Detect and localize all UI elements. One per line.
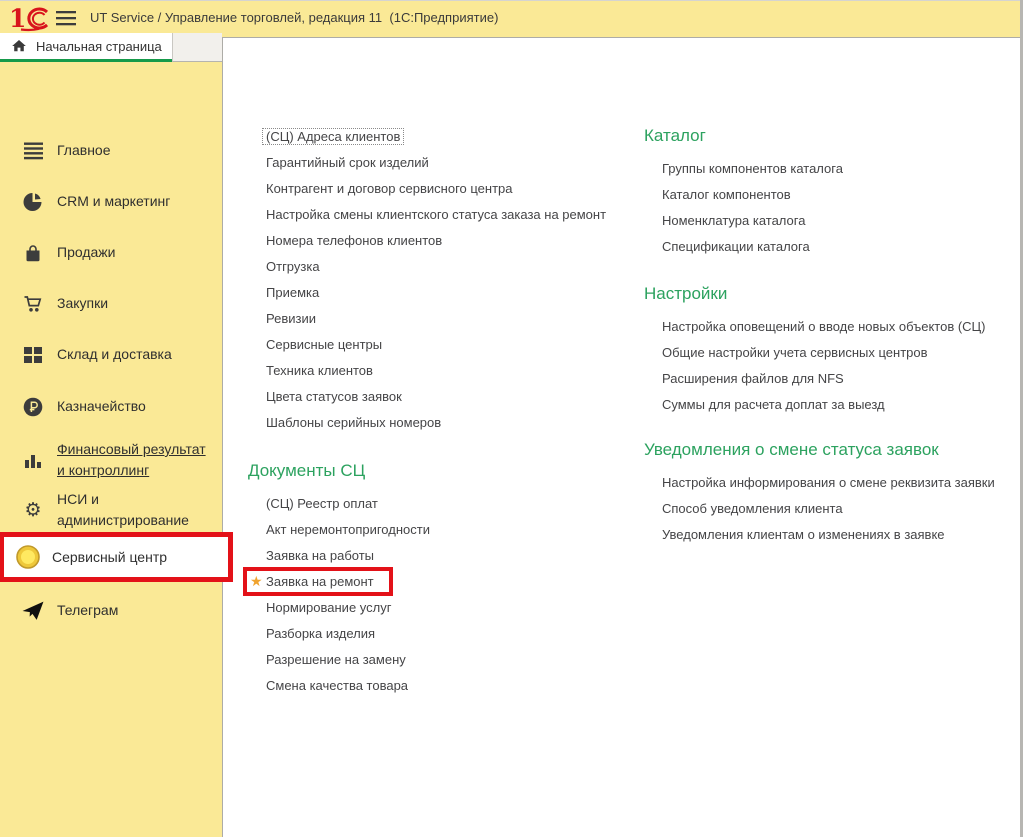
tab-strip-empty-area — [172, 33, 222, 62]
nav-link[interactable]: Акт неремонтопригодности — [248, 517, 648, 543]
sidebar-item-label: Финансовый результат и контроллинг — [57, 439, 215, 481]
sidebar-item-label: Склад и доставка — [57, 344, 215, 365]
nav-link[interactable]: Каталог компонентов — [644, 182, 1022, 208]
sidebar-item-prodazhi[interactable]: Продажи — [0, 242, 222, 263]
nav-link-label: Заявка на ремонт — [266, 574, 374, 589]
nav-link[interactable]: Ревизии — [248, 306, 648, 332]
start-page-panel: (СЦ) Адреса клиентов Гарантийный срок из… — [222, 37, 1023, 837]
tab-strip: Начальная страница — [0, 33, 222, 62]
section-links: Группы компонентов каталога Каталог комп… — [644, 156, 1022, 260]
nav-link[interactable]: Номера телефонов клиентов — [248, 228, 648, 254]
nav-link[interactable]: Настройка информирования о смене реквизи… — [644, 470, 1022, 496]
nav-link[interactable]: Цвета статусов заявок — [248, 384, 648, 410]
nav-link[interactable]: Контрагент и договор сервисного центра — [248, 176, 648, 202]
sidebar-item-label: Сервисный центр — [52, 547, 210, 568]
nav-link[interactable]: Техника клиентов — [248, 358, 648, 384]
nav-link[interactable]: Суммы для расчета доплат за выезд — [644, 392, 1022, 418]
pie-chart-icon — [20, 192, 46, 212]
content-right-column: Каталог Группы компонентов каталога Ката… — [644, 124, 1022, 548]
sidebar-item-nsi-administrirovanie[interactable]: ⚙ НСИ и администрирование — [0, 489, 222, 531]
section-header-katalog: Каталог — [644, 124, 1022, 148]
tab-home-page[interactable]: Начальная страница — [0, 33, 172, 62]
title-bar: 1 UT Service / Управление торговлей, ред… — [0, 0, 1023, 33]
content-left-column: (СЦ) Адреса клиентов Гарантийный срок из… — [248, 124, 648, 699]
nav-link[interactable]: Настройка смены клиентского статуса зака… — [248, 202, 648, 228]
nav-link[interactable]: Смена качества товара — [248, 673, 648, 699]
favorite-star-icon: ★ — [250, 569, 263, 595]
nav-link[interactable]: Отгрузка — [248, 254, 648, 280]
nav-link[interactable]: (СЦ) Адреса клиентов — [248, 124, 648, 150]
nav-link[interactable]: Общие настройки учета сервисных центров — [644, 340, 1022, 366]
nav-link[interactable]: Шаблоны серийных номеров — [248, 410, 648, 436]
sidebar-item-finrezultat[interactable]: Финансовый результат и контроллинг — [0, 439, 222, 481]
section-links: (СЦ) Реестр оплат Акт неремонтопригоднос… — [248, 491, 648, 699]
nav-link[interactable]: Нормирование услуг — [248, 595, 648, 621]
nav-link-zayavka-na-remont[interactable]: ★ Заявка на ремонт — [248, 569, 648, 595]
yellow-circle-icon — [15, 544, 41, 570]
nav-link[interactable]: Группы компонентов каталога — [644, 156, 1022, 182]
nav-link[interactable]: Номенклатура каталога — [644, 208, 1022, 234]
sidebar-item-label: НСИ и администрирование — [57, 489, 215, 531]
sidebar-item-crm[interactable]: CRM и маркетинг — [0, 191, 222, 212]
svg-text:1: 1 — [9, 4, 26, 32]
nav-link[interactable]: Сервисные центры — [248, 332, 648, 358]
nav-link[interactable]: Разрешение на замену — [248, 647, 648, 673]
sidebar-item-label: CRM и маркетинг — [57, 191, 215, 212]
cart-icon — [20, 294, 46, 314]
tab-label: Начальная страница — [36, 39, 162, 54]
sidebar-item-kaznacheystvo[interactable]: Казначейство — [0, 396, 222, 417]
focused-nav-link[interactable]: (СЦ) Адреса клиентов — [262, 128, 404, 145]
nav-link[interactable]: Заявка на работы — [248, 543, 648, 569]
main-menu-burger-icon[interactable] — [56, 8, 76, 28]
nav-link[interactable]: Разборка изделия — [248, 621, 648, 647]
sidebar-item-label: Казначейство — [57, 396, 215, 417]
section-header-uvedomleniya: Уведомления о смене статуса заявок — [644, 438, 1022, 462]
nav-link[interactable]: Способ уведомления клиента — [644, 496, 1022, 522]
1c-logo-icon: 1 — [8, 4, 54, 32]
nav-link[interactable]: Уведомления клиентам о изменениях в заяв… — [644, 522, 1022, 548]
sidebar-item-servisnyy-tsentr[interactable]: Сервисный центр — [0, 532, 233, 582]
sidebar-item-label: Продажи — [57, 242, 215, 263]
section-links: Настройка информирования о смене реквизи… — [644, 470, 1022, 548]
ruble-icon — [20, 397, 46, 417]
sidebar-item-telegram[interactable]: Телеграм — [0, 599, 222, 622]
menu-lines-icon — [20, 141, 46, 161]
section-links: Настройка оповещений о вводе новых объек… — [644, 314, 1022, 418]
sidebar-item-label: Закупки — [57, 293, 215, 314]
sidebar-sections: Главное CRM и маркетинг Продажи Закупки — [0, 62, 222, 837]
sidebar-item-label: Телеграм — [57, 600, 215, 621]
home-icon — [11, 38, 27, 54]
telegram-icon — [20, 599, 46, 622]
sidebar-item-zakupki[interactable]: Закупки — [0, 293, 222, 314]
nav-link[interactable]: Настройка оповещений о вводе новых объек… — [644, 314, 1022, 340]
app-window: 1 UT Service / Управление торговлей, ред… — [0, 0, 1023, 837]
gear-icon: ⚙ — [20, 501, 46, 520]
bar-chart-icon — [20, 450, 46, 470]
window-title: UT Service / Управление торговлей, редак… — [90, 1, 498, 34]
gear-glyph: ⚙ — [24, 501, 41, 520]
sidebar-item-glavnoe[interactable]: Главное — [0, 140, 222, 161]
section-header-nastroyki: Настройки — [644, 282, 1022, 306]
nav-link[interactable]: Гарантийный срок изделий — [248, 150, 648, 176]
bag-icon — [20, 243, 46, 263]
nav-link[interactable]: Расширения файлов для NFS — [644, 366, 1022, 392]
section-header-dokumenty-sc: Документы СЦ — [248, 459, 648, 483]
nav-link[interactable]: Спецификации каталога — [644, 234, 1022, 260]
nav-link[interactable]: Приемка — [248, 280, 648, 306]
boxes-icon — [20, 345, 46, 365]
nav-link[interactable]: (СЦ) Реестр оплат — [248, 491, 648, 517]
sidebar-item-label: Главное — [57, 140, 215, 161]
sidebar-item-sklad[interactable]: Склад и доставка — [0, 344, 222, 365]
